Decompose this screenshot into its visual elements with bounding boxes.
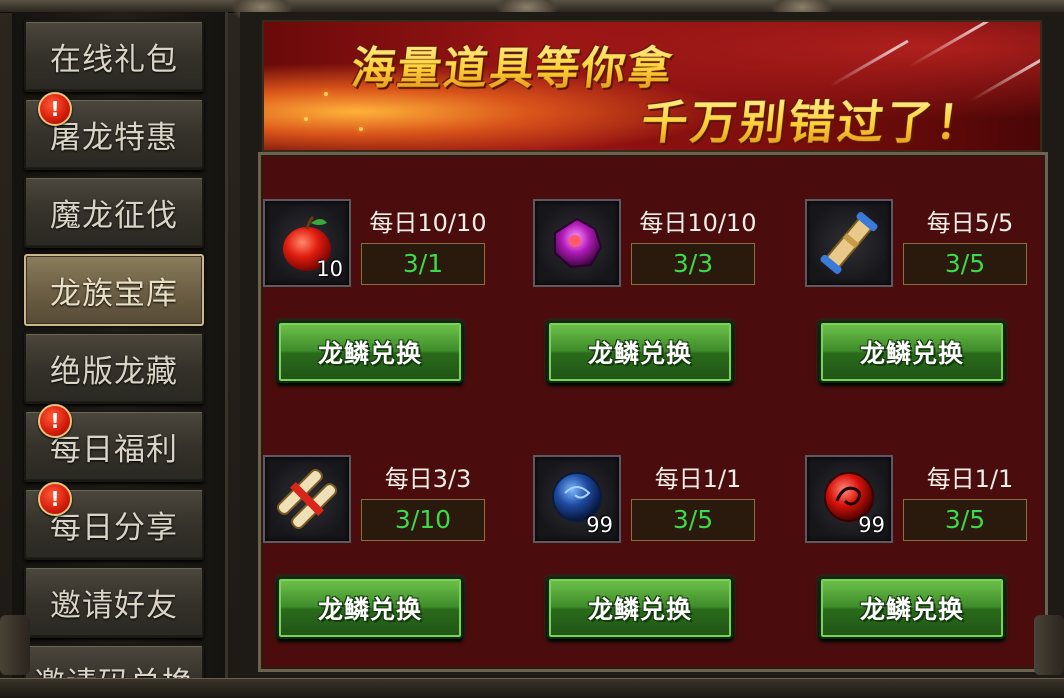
dragon-scale-exchange-button[interactable]: 龙鳞兑换	[819, 577, 1005, 639]
exchange-counter: 3/10	[361, 499, 485, 541]
dragon-scale-exchange-button[interactable]: 龙鳞兑换	[277, 577, 463, 639]
exchange-item: 99 每日1/1 3/5 龙鳞兑换	[805, 455, 1055, 665]
scroll-icon	[820, 211, 878, 275]
item-slot[interactable]	[805, 199, 893, 287]
daily-limit: 每日1/1	[654, 465, 742, 493]
purple-gem-icon	[554, 217, 603, 269]
exchange-counter: 3/5	[631, 499, 755, 541]
exchange-button-label: 龙鳞兑换	[317, 339, 422, 368]
banner-headline: 海量道具等你拿	[349, 32, 678, 96]
sidebar-item-invite-friends[interactable]: 邀请好友	[24, 566, 204, 638]
dragon-scale-exchange-button[interactable]: 龙鳞兑换	[547, 321, 733, 383]
exchange-item: 每日5/5 3/5 龙鳞兑换	[805, 199, 1055, 409]
exchange-button-label: 龙鳞兑换	[317, 595, 422, 624]
sidebar-item-demon-dragon[interactable]: 魔龙征伐	[24, 176, 204, 248]
exchange-panel: 10 每日10/10 3/1 龙鳞兑换 每日10/10 3/3 龙鳞兑换 每日5…	[258, 152, 1048, 672]
exchange-counter: 3/5	[903, 243, 1027, 285]
exchange-button-label: 龙鳞兑换	[587, 595, 692, 624]
exchange-item: 99 每日1/1 3/5 龙鳞兑换	[533, 455, 783, 665]
exchange-button-label: 龙鳞兑换	[859, 339, 964, 368]
main-content: 海量道具等你拿 千万别错过了！ 10 每日10/10 3/1 龙鳞兑换 每日10…	[240, 12, 1064, 678]
exchange-item: 每日3/3 3/10 龙鳞兑换	[263, 455, 513, 665]
sidebar-item-dragon-treasury[interactable]: 龙族宝库	[24, 254, 204, 326]
sidebar-item-label: 龙族宝库	[50, 275, 178, 312]
daily-limit: 每日5/5	[926, 209, 1014, 237]
window-frame: 在线礼包 屠龙特惠 魔龙征伐 龙族宝库 绝版龙藏 每日福利 每日分享 邀请好友 …	[0, 0, 1064, 698]
banner-subheadline: 千万别错过了！	[639, 86, 989, 150]
sidebar-item-label: 邀请好友	[50, 587, 178, 624]
sidebar-item-label: 在线礼包	[50, 41, 178, 78]
alert-badge-icon: !	[38, 482, 72, 516]
promo-banner: 海量道具等你拿 千万别错过了！	[262, 20, 1042, 152]
frame-corner-ornament-icon	[0, 615, 30, 675]
item-slot[interactable]	[533, 199, 621, 287]
item-slot[interactable]: 99	[533, 455, 621, 543]
item-slot[interactable]: 10	[263, 199, 351, 287]
item-quantity: 10	[316, 257, 343, 281]
bottom-frame-rail	[0, 678, 1064, 698]
dragon-scale-exchange-button[interactable]: 龙鳞兑换	[547, 577, 733, 639]
item-slot[interactable]: 99	[805, 455, 893, 543]
dragon-scale-exchange-button[interactable]: 龙鳞兑换	[277, 321, 463, 383]
spark-icon	[304, 117, 308, 121]
sidebar-item-label: 魔龙征伐	[50, 197, 178, 234]
sidebar-item-rare-collection[interactable]: 绝版龙藏	[24, 332, 204, 404]
exchange-button-label: 龙鳞兑换	[587, 339, 692, 368]
exchange-button-label: 龙鳞兑换	[859, 595, 964, 624]
dragon-scale-exchange-button[interactable]: 龙鳞兑换	[819, 321, 1005, 383]
exchange-item: 每日10/10 3/3 龙鳞兑换	[533, 199, 783, 409]
alert-glyph: !	[50, 487, 60, 511]
daily-limit: 每日1/1	[926, 465, 1014, 493]
daily-limit: 每日10/10	[639, 209, 757, 237]
item-slot[interactable]	[263, 455, 351, 543]
sidebar-item-label: 绝版龙藏	[50, 353, 178, 390]
exchange-item: 10 每日10/10 3/1 龙鳞兑换	[263, 199, 513, 409]
sidebar-item-online-gift[interactable]: 在线礼包	[24, 20, 204, 92]
daily-limit: 每日10/10	[369, 209, 487, 237]
double-scroll-icon	[276, 468, 338, 530]
alert-glyph: !	[50, 97, 60, 121]
alert-glyph: !	[50, 409, 60, 433]
alert-badge-icon: !	[38, 92, 72, 126]
spark-icon	[359, 127, 363, 131]
exchange-counter: 3/1	[361, 243, 485, 285]
item-quantity: 99	[858, 513, 885, 537]
sidebar-item-invite-code[interactable]: 邀请码兑换	[24, 644, 204, 678]
meteor-streak-icon	[829, 39, 909, 88]
meteor-streak-icon	[909, 22, 989, 68]
item-quantity: 99	[586, 513, 613, 537]
daily-limit: 每日3/3	[384, 465, 472, 493]
sidebar: 在线礼包 屠龙特惠 魔龙征伐 龙族宝库 绝版龙藏 每日福利 每日分享 邀请好友 …	[12, 12, 228, 678]
frame-corner-ornament-icon	[1034, 615, 1064, 675]
exchange-counter: 3/3	[631, 243, 755, 285]
spark-icon	[324, 92, 328, 96]
sidebar-item-label: 邀请码兑换	[34, 658, 194, 679]
exchange-counter: 3/5	[903, 499, 1027, 541]
alert-badge-icon: !	[38, 404, 72, 438]
